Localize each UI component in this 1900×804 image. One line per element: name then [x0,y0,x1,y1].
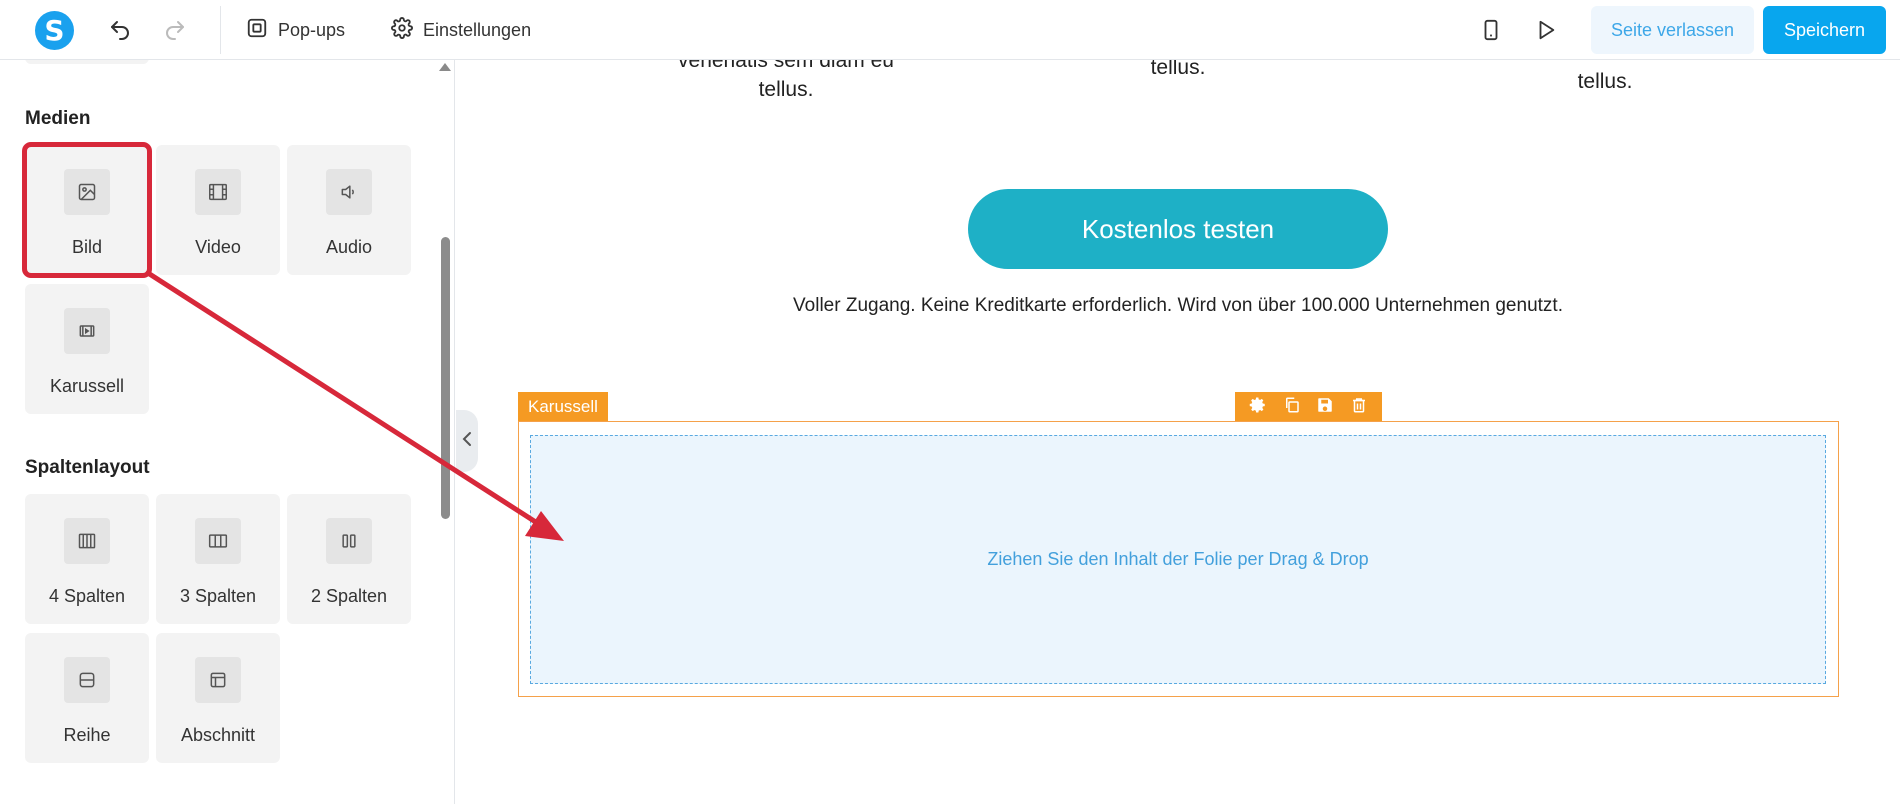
image-icon [64,169,110,215]
carousel-block-toolbar [1235,392,1382,422]
three-columns-icon [195,518,241,564]
gear-icon[interactable] [1249,396,1267,419]
feature-text-1-line-1: venenatis sem diam eu [678,60,894,72]
app-logo[interactable]: S [35,11,74,50]
free-trial-button[interactable]: Kostenlos testen [968,189,1388,269]
scrollbar-thumb[interactable] [441,237,450,519]
feature-text-1-line-2: tellus. [758,78,814,102]
popups-button[interactable]: Pop-ups [246,17,345,43]
row-icon [64,657,110,703]
speaker-icon [326,169,372,215]
redo-icon[interactable] [161,16,189,44]
element-tile-four-columns[interactable]: 4 Spalten [25,494,149,624]
popups-label: Pop-ups [278,19,346,40]
tile-label-two-columns: 2 Spalten [310,586,388,606]
element-tile-audio[interactable]: Audio [287,145,411,275]
popup-icon [246,17,268,44]
top-bar: S Pop-ups Einstellungen Seite verlassen … [0,0,1900,60]
toolbar-divider [220,6,221,54]
media-section-title: Medien [25,108,91,129]
scroll-up-icon[interactable] [439,63,451,71]
copy-icon[interactable] [1283,396,1301,419]
element-tile-three-columns[interactable]: 3 Spalten [156,494,280,624]
settings-label: Einstellungen [423,19,532,40]
play-preview-icon[interactable] [1532,16,1560,44]
mobile-preview-icon[interactable] [1477,16,1505,44]
tile-label-row: Reihe [63,725,111,745]
carousel-icon [64,308,110,354]
element-tile-row[interactable]: Reihe [25,633,149,763]
settings-button[interactable]: Einstellungen [391,16,532,44]
feature-text-3: tellus. [1577,70,1633,93]
element-sidebar: Medien Bild Video Audio Karussell Spalte… [0,60,455,804]
element-tile-section[interactable]: Abschnitt [156,633,280,763]
feature-text-2: tellus. [1150,60,1206,79]
partial-tile [25,60,149,64]
film-icon [195,169,241,215]
save-button[interactable]: Speichern [1763,6,1886,54]
undo-icon[interactable] [106,16,134,44]
element-tile-two-columns[interactable]: 2 Spalten [287,494,411,624]
section-icon [195,657,241,703]
two-columns-icon [326,518,372,564]
element-tile-video[interactable]: Video [156,145,280,275]
tile-label-three-columns: 3 Spalten [179,586,257,606]
element-tile-carousel[interactable]: Karussell [25,284,149,414]
carousel-drop-zone[interactable]: Ziehen Sie den Inhalt der Folie per Drag… [530,435,1826,684]
element-tile-image[interactable]: Bild [22,142,152,278]
tile-label-carousel: Karussell [49,376,125,396]
gear-icon [391,16,413,44]
save-icon[interactable] [1316,396,1334,419]
four-columns-icon [64,518,110,564]
tile-label-section: Abschnitt [180,725,256,745]
tile-label-four-columns: 4 Spalten [48,586,126,606]
cta-subtext: Voller Zugang. Keine Kreditkarte erforde… [793,295,1563,316]
leave-page-button[interactable]: Seite verlassen [1591,6,1754,54]
tile-label-audio: Audio [325,237,373,257]
carousel-block-tag[interactable]: Karussell [518,392,608,422]
columns-section-title: Spaltenlayout [25,457,150,478]
feature-text-1: venenatis sem diam eu tellus. [636,60,936,105]
trash-icon[interactable] [1350,396,1368,419]
tile-label-image: Bild [71,237,102,257]
tile-label-video: Video [195,237,241,257]
carousel-drop-text: Ziehen Sie den Inhalt der Folie per Drag… [987,549,1369,569]
